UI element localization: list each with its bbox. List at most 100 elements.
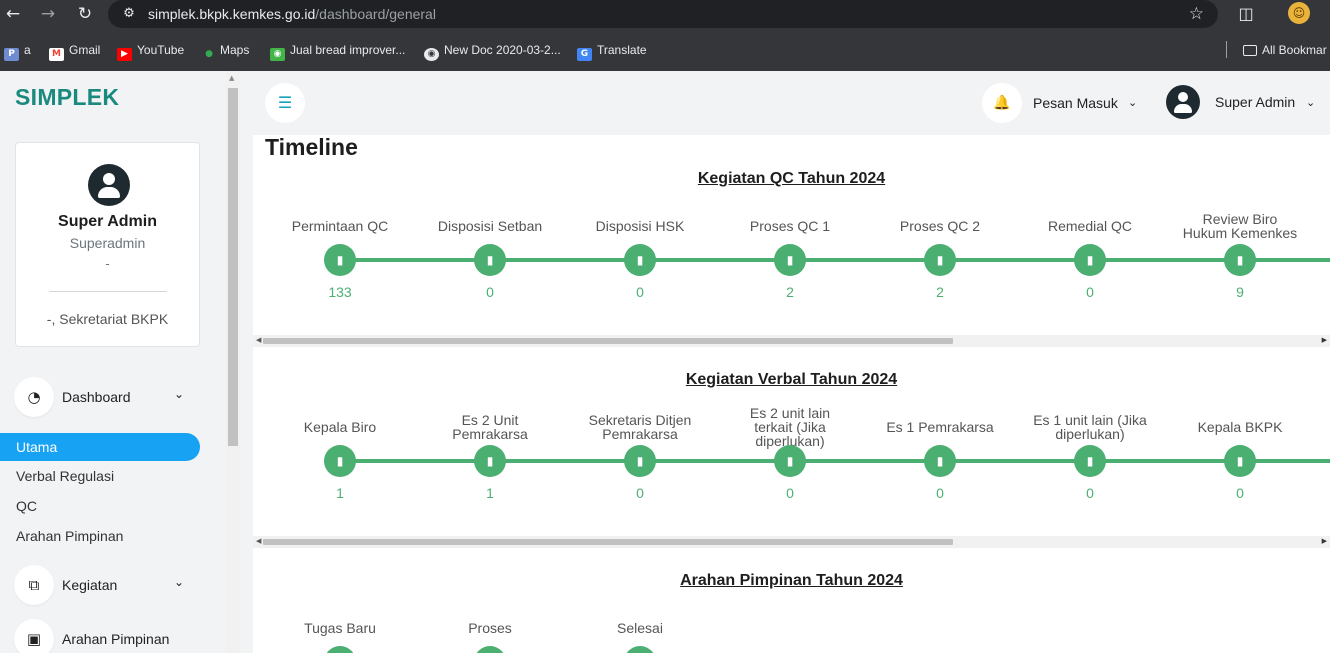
sidebar-scrollbar[interactable]: ▲ — [226, 71, 240, 653]
bell-icon[interactable]: 🔔 — [982, 83, 1022, 123]
bookmark-jual[interactable]: ◉ Jual bread improver... — [270, 41, 405, 61]
menu-kegiatan[interactable]: ⧉ Kegiatan ⌄ — [14, 565, 214, 605]
user-icon-head — [1178, 92, 1188, 102]
stage-count: 0 — [936, 485, 944, 501]
sidebar-item-arahan-pimpinan[interactable]: Arahan Pimpinan — [16, 528, 123, 544]
chevron-down-icon: ⌄ — [174, 387, 185, 401]
stage-label: Es 2 Unit Pemrakarsa — [452, 412, 528, 442]
stage-node: ▮ — [774, 445, 806, 477]
chevron-down-icon[interactable]: ⌄ — [1306, 96, 1315, 109]
document-icon: ▮ — [786, 253, 794, 267]
site-info-icon[interactable]: ⚙ — [120, 5, 138, 23]
sidebar-item-qc[interactable]: QC — [16, 498, 37, 514]
all-bookmarks[interactable]: All Bookmar — [1243, 41, 1327, 59]
stage-node: ▮ — [924, 445, 956, 477]
stage-node: ▮ — [1074, 445, 1106, 477]
messages-dropdown[interactable]: Pesan Masuk — [1033, 95, 1118, 111]
stage-node: ▮ — [1224, 244, 1256, 276]
scroll-right-icon[interactable]: ▶ — [1322, 537, 1327, 545]
sidebar-item-utama[interactable]: Utama — [0, 433, 200, 461]
sidebar-item-verbal-regulasi[interactable]: Verbal Regulasi — [16, 468, 114, 484]
bookmark-youtube[interactable]: ▶ YouTube — [117, 41, 185, 61]
scroll-right-icon[interactable]: ▶ — [1322, 336, 1327, 344]
stage-node: ▮ — [324, 244, 356, 276]
copy-icon: ⧉ — [28, 576, 40, 594]
bookmark-maps[interactable]: ● Maps — [203, 41, 249, 59]
stage-label: Disposisi HSK — [595, 218, 685, 234]
menu-toggle-icon[interactable]: ☰ — [265, 83, 305, 123]
stage-node: ▮ — [324, 646, 356, 653]
stage-label: Review Biro Hukum Kemenkes — [1182, 211, 1298, 241]
document-icon: ▮ — [1086, 454, 1094, 468]
chevron-down-icon[interactable]: ⌄ — [1128, 96, 1137, 109]
maps-icon: ● — [205, 49, 213, 59]
profile-dash: - — [105, 256, 110, 271]
browser-profile-icon[interactable]: ☺ — [1288, 2, 1310, 24]
qc-horizontal-scrollbar[interactable]: ◀ ▶ — [253, 335, 1330, 347]
user-avatar[interactable] — [1166, 85, 1200, 119]
bookmark-label: YouTube — [137, 43, 185, 57]
document-icon: ▮ — [336, 454, 344, 468]
main-content: Timeline Kegiatan QC Tahun 2024 Perminta… — [253, 135, 1330, 653]
bookmark-translate[interactable]: G Translate — [577, 41, 647, 61]
stage-count: 0 — [786, 485, 794, 501]
stage-label: Proses QC 2 — [899, 218, 981, 234]
bookmark-a[interactable]: Pa — [4, 41, 31, 61]
app-root: SIMPLEK Super Admin Superadmin - -, Sekr… — [0, 71, 1330, 653]
document-icon: ▮ — [786, 454, 794, 468]
document-icon: ▮ — [636, 454, 644, 468]
address-bar[interactable]: ⚙ simplek.bkpk.kemkes.go.id/dashboard/ge… — [108, 0, 1218, 28]
translate-icon: G — [577, 48, 592, 61]
bookmark-newdoc[interactable]: ◉ New Doc 2020-03-2... — [424, 41, 561, 61]
arahan-icon-circle: ▣ — [14, 619, 54, 653]
bookmark-label: Gmail — [69, 43, 101, 57]
menu-dashboard-label: Dashboard — [62, 389, 131, 405]
brand-logo[interactable]: SIMPLEK — [15, 84, 119, 111]
user-icon-body — [98, 187, 120, 198]
profile-card: Super Admin Superadmin - -, Sekretariat … — [15, 142, 200, 347]
profile-name: Super Admin — [58, 213, 157, 230]
user-menu[interactable]: Super Admin — [1215, 94, 1295, 110]
stage-node: ▮ — [924, 244, 956, 276]
stage-label: Selesai — [617, 620, 663, 636]
document-icon: ▮ — [486, 454, 494, 468]
stage-count: 1 — [336, 485, 344, 501]
reload-icon[interactable]: ↻ — [74, 3, 96, 25]
scroll-up-icon[interactable]: ▲ — [229, 74, 234, 82]
user-icon-body — [1174, 104, 1192, 113]
section-title: Arahan Pimpinan Tahun 2024 — [680, 572, 903, 589]
scroll-thumb[interactable] — [263, 539, 953, 545]
sidebar-scroll-thumb[interactable] — [228, 88, 238, 446]
bookmark-gmail[interactable]: M Gmail — [49, 41, 101, 61]
section-title: Kegiatan Verbal Tahun 2024 — [685, 371, 898, 388]
user-icon-head — [103, 173, 115, 185]
document-icon: ▮ — [1236, 253, 1244, 267]
extensions-icon[interactable]: ◫ — [1235, 3, 1257, 25]
section-title: Kegiatan QC Tahun 2024 — [697, 170, 886, 187]
gmail-icon: M — [49, 48, 64, 61]
forward-icon[interactable]: → — [37, 3, 59, 25]
bookmark-label: Translate — [597, 43, 647, 57]
folder-icon — [1243, 45, 1257, 56]
menu-kegiatan-label: Kegiatan — [62, 577, 118, 593]
sidebar: SIMPLEK Super Admin Superadmin - -, Sekr… — [0, 71, 226, 653]
stage-label: Es 2 unit lain terkait (Jika diperlukan) — [749, 405, 831, 449]
globe-icon: ◉ — [424, 48, 439, 61]
scroll-left-icon[interactable]: ◀ — [256, 537, 261, 545]
scroll-thumb[interactable] — [263, 338, 953, 344]
url-text[interactable]: simplek.bkpk.kemkes.go.id/dashboard/gene… — [148, 5, 436, 23]
kegiatan-icon-circle: ⧉ — [14, 565, 54, 605]
stage-count: 2 — [786, 284, 794, 300]
avatar — [88, 164, 130, 206]
menu-dashboard[interactable]: ◔ Dashboard ⌄ — [14, 377, 214, 417]
document-icon: ▮ — [1236, 454, 1244, 468]
verbal-horizontal-scrollbar[interactable]: ◀ ▶ — [253, 536, 1330, 548]
back-icon[interactable]: ← — [2, 3, 24, 25]
bookmark-star-icon[interactable]: ☆ — [1189, 4, 1204, 24]
stage-node: ▮ — [1074, 244, 1106, 276]
scroll-left-icon[interactable]: ◀ — [256, 336, 261, 344]
stage-count: 2 — [936, 284, 944, 300]
stage-label: Disposisi Setban — [437, 218, 543, 234]
profile-divider — [49, 291, 167, 292]
menu-arahan-pimpinan[interactable]: ▣ Arahan Pimpinan — [14, 619, 214, 653]
